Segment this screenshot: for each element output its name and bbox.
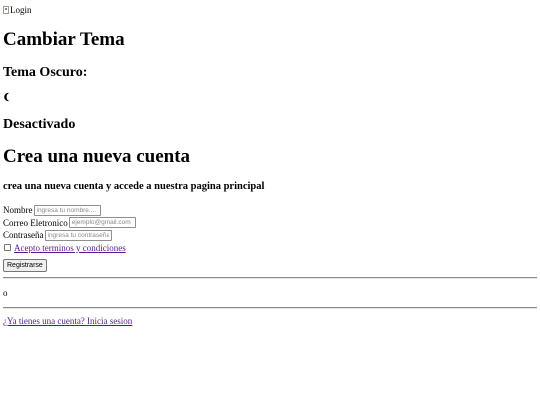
signup-form: Nombre Correo Eletronico Contraseña Acep… — [3, 204, 537, 272]
signup-subtitle: crea una nueva cuenta y accede a nuestra… — [3, 181, 265, 192]
email-label: Correo Eletronico — [3, 217, 68, 228]
signup-title: Crea una nueva cuenta — [3, 146, 191, 167]
theme-title: Cambiar Tema — [3, 29, 125, 50]
logo-alt-text: Login — [10, 5, 32, 15]
theme-toggle[interactable] — [3, 91, 537, 104]
terms-link[interactable]: Acepto terminos y condiciones — [14, 243, 126, 253]
logo-image: Login — [3, 4, 537, 16]
divider-bottom — [3, 306, 537, 309]
terms-checkbox[interactable] — [4, 244, 11, 251]
login-row: ¿Ya tienes una cuenta? Inicia sesion — [3, 315, 537, 327]
broken-image-icon — [3, 6, 9, 14]
name-label: Nombre — [3, 205, 33, 215]
name-input[interactable] — [33, 204, 101, 216]
page: Login Cambiar Tema Tema Oscuro: Desactiv… — [3, 4, 537, 327]
dark-theme-label: Tema Oscuro: — [3, 65, 88, 80]
email-input[interactable] — [68, 217, 136, 228]
theme-status: Desactivado — [3, 117, 76, 132]
password-input[interactable] — [44, 229, 112, 241]
password-label: Contraseña — [3, 230, 44, 240]
password-row: Contraseña — [3, 229, 537, 241]
name-row: Nombre — [3, 204, 537, 216]
email-row: Correo Eletronico — [3, 217, 537, 229]
login-link[interactable]: ¿Ya tienes una cuenta? Inicia sesion — [3, 316, 132, 326]
terms-row: Acepto terminos y condiciones — [3, 242, 537, 254]
moon-icon[interactable] — [4, 92, 13, 102]
or-separator: o — [3, 287, 8, 298]
divider-top — [3, 276, 537, 279]
register-button[interactable]: Registrarse — [3, 258, 47, 272]
